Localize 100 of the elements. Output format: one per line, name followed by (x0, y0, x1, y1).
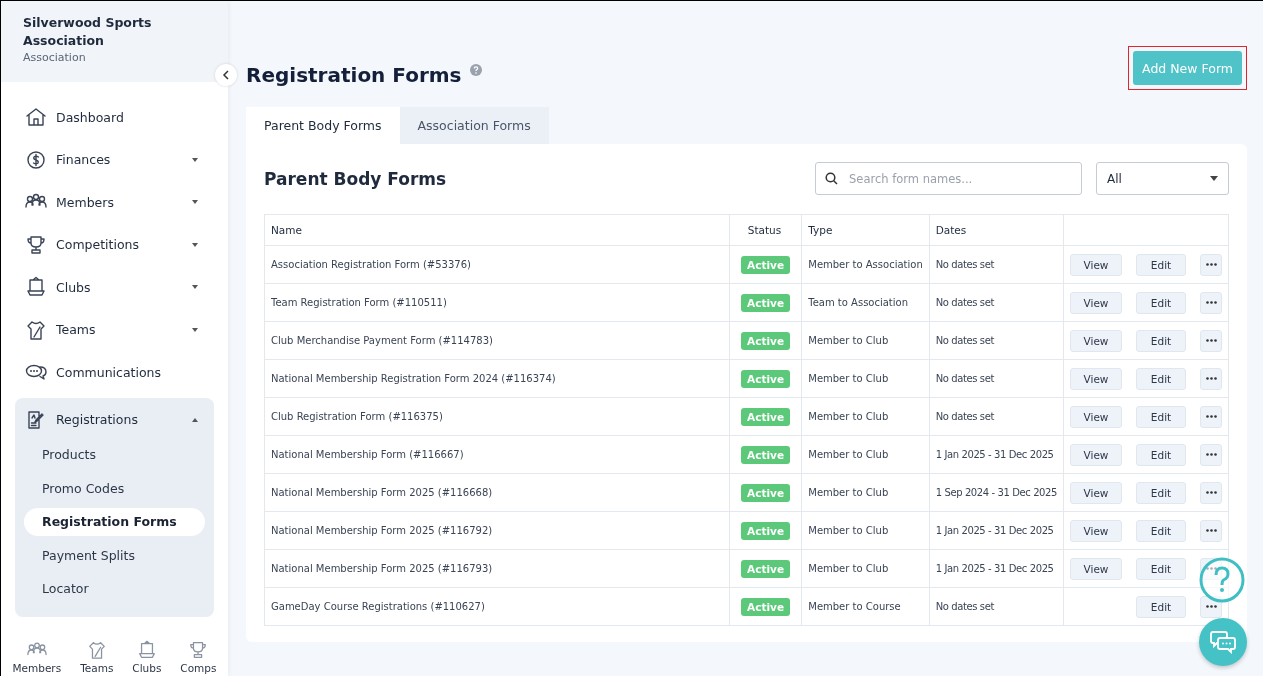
more-button[interactable] (1200, 367, 1222, 390)
column-header: Type (801, 214, 930, 246)
table-cell: Member to Club (801, 435, 930, 474)
nav-item[interactable]: Dashboard (15, 96, 214, 139)
action-button[interactable]: View (1070, 329, 1122, 352)
action-button[interactable]: Edit (1136, 595, 1186, 618)
ellipsis-icon (1205, 339, 1217, 342)
status-badge: Active (741, 559, 791, 578)
chat-bubbles-icon (1210, 630, 1236, 654)
nav-item[interactable]: Communications (15, 351, 214, 394)
table-cell: 1 Jan 2025 - 31 Dec 2025 (929, 435, 1064, 474)
column-header: Name (264, 214, 730, 246)
status-badge: Active (741, 445, 791, 464)
trophy-icon (188, 640, 209, 660)
nav-subitem[interactable]: Payment Splits (24, 541, 205, 570)
status-badge: Active (741, 483, 791, 502)
trophy-icon (25, 233, 47, 256)
ellipsis-icon (1205, 567, 1217, 570)
nav-item[interactable]: Teams (15, 308, 214, 351)
action-button[interactable]: Edit (1136, 329, 1186, 352)
action-button[interactable]: View (1070, 557, 1122, 580)
ellipsis-icon (1205, 415, 1217, 418)
bottom-nav-item[interactable]: Teams (80, 640, 114, 674)
action-button[interactable]: Edit (1136, 291, 1186, 314)
tab[interactable]: Association Forms (399, 107, 549, 144)
action-button[interactable]: View (1070, 367, 1122, 390)
action-button[interactable]: Edit (1136, 557, 1186, 580)
action-button[interactable]: View (1070, 253, 1122, 276)
table-cell: Member to Club (801, 549, 930, 588)
nav-item[interactable]: Registrations (15, 398, 214, 441)
nav-subitem[interactable]: Locator (24, 575, 205, 603)
table-cell: Member to Club (801, 397, 930, 436)
more-button[interactable] (1200, 253, 1222, 276)
question-icon (469, 64, 482, 76)
home-icon (25, 106, 47, 129)
bottom-nav-item[interactable]: Clubs (132, 640, 162, 674)
nav-item[interactable]: Finances (15, 138, 214, 181)
nav-subitem[interactable]: Products (24, 441, 205, 469)
more-button[interactable] (1200, 443, 1222, 466)
table-cell: Member to Course (801, 587, 930, 626)
status-badge: Active (741, 407, 791, 426)
nav-item[interactable]: Competitions (15, 223, 214, 266)
nav-item[interactable]: Clubs (15, 266, 214, 309)
action-button[interactable]: Edit (1136, 253, 1186, 276)
table-cell: No dates set (929, 283, 1064, 322)
status-badge: Active (741, 521, 791, 540)
table-cell: Team Registration Form (#110511) (264, 283, 730, 322)
table-cell: Team to Association (801, 283, 930, 322)
table-cell: GameDay Course Registrations (#110627) (264, 587, 730, 626)
more-button[interactable] (1200, 291, 1222, 314)
table-cell: National Membership Form 2025 (#116668) (264, 473, 730, 512)
filter-dropdown[interactable]: All (1096, 162, 1229, 195)
ellipsis-icon (1205, 453, 1217, 456)
action-button[interactable]: Edit (1136, 519, 1186, 542)
table-cell: Association Registration Form (#53376) (264, 245, 730, 284)
panel-title: Parent Body Forms (264, 168, 448, 189)
action-button[interactable]: View (1070, 405, 1122, 428)
page-title: Registration Forms (246, 63, 462, 87)
bottom-nav-item[interactable]: Members (12, 640, 62, 674)
action-button[interactable]: Edit (1136, 367, 1186, 390)
column-header: Status (729, 214, 802, 246)
action-button[interactable]: Edit (1136, 405, 1186, 428)
table-cell: Member to Club (801, 511, 930, 550)
table-cell: National Membership Form 2025 (#116792) (264, 511, 730, 550)
ellipsis-icon (1205, 377, 1217, 380)
jersey-icon (25, 318, 47, 341)
action-button[interactable]: Edit (1136, 481, 1186, 504)
table-cell: No dates set (929, 587, 1064, 626)
organisation-type: Association (23, 50, 87, 66)
search-field[interactable]: Search form names... (815, 162, 1082, 195)
table-cell: National Membership Form (#116667) (264, 435, 730, 474)
bottom-nav-item[interactable]: Comps (180, 640, 217, 674)
nav-subitem[interactable]: Registration Forms (24, 508, 205, 536)
caret-icon (1210, 176, 1218, 181)
action-button[interactable]: Edit (1136, 443, 1186, 466)
table-cell: No dates set (929, 397, 1064, 436)
dollar-icon (25, 148, 47, 171)
table-cell: No dates set (929, 245, 1064, 284)
collapse-button[interactable] (215, 64, 237, 86)
ellipsis-icon (1205, 301, 1217, 304)
table-cell: 1 Jan 2025 - 31 Dec 2025 (929, 511, 1064, 550)
table-cell: Club Merchandise Payment Form (#114783) (264, 321, 730, 360)
more-button[interactable] (1200, 329, 1222, 352)
action-button[interactable]: View (1070, 291, 1122, 314)
nav-subitem[interactable]: Promo Codes (24, 474, 205, 503)
more-button[interactable] (1200, 481, 1222, 504)
table-cell: National Membership Form 2025 (#116793) (264, 549, 730, 588)
more-button[interactable] (1200, 519, 1222, 542)
action-button[interactable]: View (1070, 519, 1122, 542)
more-button[interactable] (1200, 595, 1222, 618)
ellipsis-icon (1205, 263, 1217, 266)
table-cell: Club Registration Form (#116375) (264, 397, 730, 436)
more-button[interactable] (1200, 405, 1222, 428)
action-button[interactable]: View (1070, 443, 1122, 466)
nav-item[interactable]: Members (15, 181, 214, 224)
tab[interactable]: Parent Body Forms (246, 107, 400, 144)
column-header: Dates (929, 214, 1064, 246)
action-button[interactable]: View (1070, 481, 1122, 504)
status-badge: Active (741, 331, 791, 350)
table-cell: Member to Club (801, 473, 930, 512)
